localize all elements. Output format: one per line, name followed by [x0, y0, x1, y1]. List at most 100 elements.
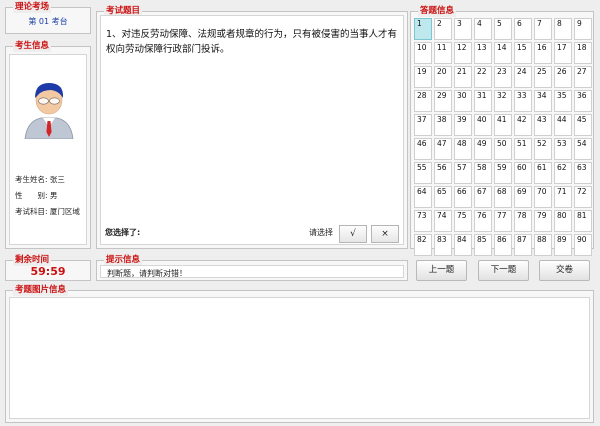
answer-cell[interactable]: 7 — [534, 18, 552, 40]
answer-cell[interactable]: 6 — [514, 18, 532, 40]
answer-cell[interactable]: 36 — [574, 90, 592, 112]
answer-cell[interactable]: 15 — [514, 42, 532, 64]
answer-cell[interactable]: 84 — [454, 234, 472, 256]
question-image-panel: 考题图片信息 — [5, 285, 594, 423]
answer-cell[interactable]: 79 — [534, 210, 552, 232]
answer-cell[interactable]: 37 — [414, 114, 432, 136]
question-text: 1、对违反劳动保障、法规或者规章的行为，只有被侵害的当事人才有权向劳动保障行政部… — [106, 29, 398, 55]
answer-cell[interactable]: 87 — [514, 234, 532, 256]
answer-cell[interactable]: 85 — [474, 234, 492, 256]
answer-cell[interactable]: 67 — [474, 186, 492, 208]
answer-cell[interactable]: 56 — [434, 162, 452, 184]
answer-cell[interactable]: 71 — [554, 186, 572, 208]
submit-exam-button[interactable]: 交卷 — [539, 260, 590, 281]
answer-cell[interactable]: 2 — [434, 18, 452, 40]
answer-cell[interactable]: 42 — [514, 114, 532, 136]
answer-cell[interactable]: 5 — [494, 18, 512, 40]
answer-cell[interactable]: 52 — [534, 138, 552, 160]
previous-question-button[interactable]: 上一题 — [416, 260, 467, 281]
answer-cell[interactable]: 17 — [554, 42, 572, 64]
answer-cell[interactable]: 12 — [454, 42, 472, 64]
answer-grid: 1 2 3 4 5 6 7 8 9 10 11 12 13 14 15 16 17 18 19 20 21 22 23 24 2… — [414, 18, 592, 256]
answer-cell[interactable]: 81 — [574, 210, 592, 232]
answer-cell[interactable]: 50 — [494, 138, 512, 160]
answer-cell[interactable]: 78 — [514, 210, 532, 232]
answer-cell[interactable]: 34 — [534, 90, 552, 112]
answer-cell[interactable]: 70 — [534, 186, 552, 208]
answer-cell[interactable]: 44 — [554, 114, 572, 136]
answer-cell[interactable]: 20 — [434, 66, 452, 88]
answer-cell[interactable]: 24 — [514, 66, 532, 88]
answer-cell[interactable]: 83 — [434, 234, 452, 256]
answer-cell[interactable]: 55 — [414, 162, 432, 184]
answer-cell[interactable]: 58 — [474, 162, 492, 184]
answer-cell[interactable]: 35 — [554, 90, 572, 112]
answer-cell[interactable]: 16 — [534, 42, 552, 64]
answer-cell[interactable]: 62 — [554, 162, 572, 184]
answer-cell[interactable]: 41 — [494, 114, 512, 136]
answer-cell[interactable]: 72 — [574, 186, 592, 208]
answer-cell[interactable]: 63 — [574, 162, 592, 184]
answer-cell[interactable]: 66 — [454, 186, 472, 208]
answer-cell[interactable]: 32 — [494, 90, 512, 112]
answer-cell[interactable]: 1 — [414, 18, 432, 40]
answer-cell[interactable]: 38 — [434, 114, 452, 136]
answer-cell[interactable]: 11 — [434, 42, 452, 64]
answer-cell[interactable]: 25 — [534, 66, 552, 88]
answer-cell[interactable]: 68 — [494, 186, 512, 208]
answer-cell[interactable]: 8 — [554, 18, 572, 40]
question-body: 1、对违反劳动保障、法规或者规章的行为，只有被侵害的当事人才有权向劳动保障行政部… — [100, 15, 404, 245]
answer-cell[interactable]: 27 — [574, 66, 592, 88]
answer-cell[interactable]: 23 — [494, 66, 512, 88]
answer-cell[interactable]: 89 — [554, 234, 572, 256]
answer-cell[interactable]: 69 — [514, 186, 532, 208]
answer-cell[interactable]: 61 — [534, 162, 552, 184]
answer-cell[interactable]: 49 — [474, 138, 492, 160]
answer-cell[interactable]: 40 — [474, 114, 492, 136]
answer-cell[interactable]: 26 — [554, 66, 572, 88]
answer-cell[interactable]: 14 — [494, 42, 512, 64]
answer-cell[interactable]: 47 — [434, 138, 452, 160]
answer-cell[interactable]: 59 — [494, 162, 512, 184]
answer-cell[interactable]: 45 — [574, 114, 592, 136]
answer-cell[interactable]: 54 — [574, 138, 592, 160]
answer-cell[interactable]: 10 — [414, 42, 432, 64]
answer-cell[interactable]: 76 — [474, 210, 492, 232]
answer-cell[interactable]: 64 — [414, 186, 432, 208]
answer-cell[interactable]: 19 — [414, 66, 432, 88]
answer-cell[interactable]: 86 — [494, 234, 512, 256]
answer-cell[interactable]: 9 — [574, 18, 592, 40]
answer-cell[interactable]: 80 — [554, 210, 572, 232]
answer-cell[interactable]: 57 — [454, 162, 472, 184]
answer-cell[interactable]: 90 — [574, 234, 592, 256]
answer-cell[interactable]: 65 — [434, 186, 452, 208]
answer-cell[interactable]: 53 — [554, 138, 572, 160]
answer-cell[interactable]: 28 — [414, 90, 432, 112]
answer-cell[interactable]: 82 — [414, 234, 432, 256]
candidate-info-body: 考生姓名: 张三 性 别: 男 考试科目: 厦门区域 — [9, 54, 87, 245]
true-button[interactable]: √ — [339, 225, 367, 243]
false-button[interactable]: × — [371, 225, 399, 243]
answer-cell[interactable]: 74 — [434, 210, 452, 232]
answer-cell[interactable]: 43 — [534, 114, 552, 136]
answer-cell[interactable]: 73 — [414, 210, 432, 232]
next-question-button[interactable]: 下一题 — [478, 260, 529, 281]
answer-cell[interactable]: 77 — [494, 210, 512, 232]
answer-cell[interactable]: 22 — [474, 66, 492, 88]
answer-cell[interactable]: 4 — [474, 18, 492, 40]
answer-cell[interactable]: 88 — [534, 234, 552, 256]
answer-cell[interactable]: 51 — [514, 138, 532, 160]
answer-cell[interactable]: 33 — [514, 90, 532, 112]
answer-cell[interactable]: 30 — [454, 90, 472, 112]
answer-cell[interactable]: 31 — [474, 90, 492, 112]
answer-cell[interactable]: 60 — [514, 162, 532, 184]
answer-cell[interactable]: 39 — [454, 114, 472, 136]
answer-cell[interactable]: 21 — [454, 66, 472, 88]
answer-cell[interactable]: 75 — [454, 210, 472, 232]
answer-cell[interactable]: 18 — [574, 42, 592, 64]
answer-cell[interactable]: 13 — [474, 42, 492, 64]
answer-cell[interactable]: 48 — [454, 138, 472, 160]
answer-cell[interactable]: 3 — [454, 18, 472, 40]
answer-cell[interactable]: 29 — [434, 90, 452, 112]
answer-cell[interactable]: 46 — [414, 138, 432, 160]
